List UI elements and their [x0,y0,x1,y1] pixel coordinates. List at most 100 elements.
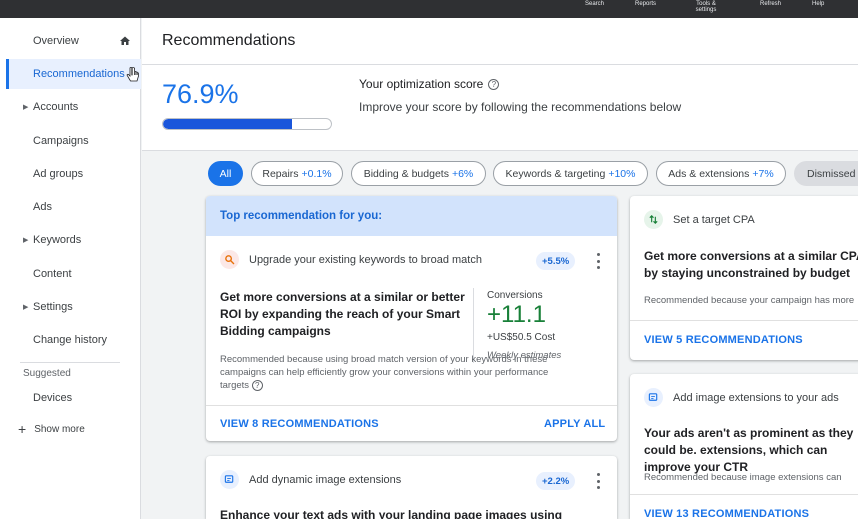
image-extensions-card: Add image extensions to your ads Your ad… [630,374,858,519]
chip-keywords-targeting[interactable]: Keywords & targeting +10% [493,161,648,186]
chip-dismissed[interactable]: Dismissed [794,161,858,186]
view-recommendations-link[interactable]: VIEW 13 RECOMMENDATIONS [644,508,809,519]
show-more-label: Show more [34,423,85,435]
sidebar-item-label: Devices [33,392,73,404]
caret-right-icon: ▶ [23,304,29,311]
optimization-score-title-text: Your optimization score [359,77,484,91]
sidebar-item-change-history[interactable]: Change history [6,325,141,355]
stat-label: Conversions [487,290,543,301]
page-header: Recommendations [142,18,858,65]
recommendation-headline: Get more conversions at a similar or bet… [220,290,465,338]
chip-label: Ads & extensions [668,167,750,180]
caret-right-icon: ▶ [23,104,29,111]
set-target-cpa-card: Set a target CPA Get more conversions at… [630,196,858,360]
recommendation-header: Set a target CPA [644,210,755,229]
optimization-score-subtitle: Improve your score by following the reco… [359,100,682,114]
sidebar-item-label: Keywords [33,234,82,246]
arrows-updown-icon [644,210,663,229]
sidebar-item-label: Campaigns [33,135,89,147]
recommendation-reason: Recommended because using broad match ve… [220,353,560,392]
sidebar-item-label: Overview [33,35,79,47]
sidebar-item-label: Accounts [33,101,79,113]
recommendation-title: Add dynamic image extensions [249,473,402,486]
chip-all[interactable]: All [208,161,243,186]
more-options-icon[interactable] [593,473,603,489]
chip-delta: +6% [451,167,474,180]
optimization-score-panel: 76.9% Your optimization score ? Improve … [142,65,858,151]
score-uplift-badge: +5.5% [536,252,576,270]
recommendation-header: Add image extensions to your ads [644,388,839,407]
topbar-reports[interactable]: Reports [635,1,656,7]
chip-label: All [219,167,232,180]
stat-cost: +US$50.5 Cost [487,332,556,343]
sidebar-item-settings[interactable]: ▶ Settings [6,292,141,322]
sidebar-item-recommendations[interactable]: Recommendations [6,59,141,89]
chip-delta: +7% [752,167,774,180]
chip-delta: +0.1% [301,167,332,180]
show-more-button[interactable]: + Show more [18,422,85,436]
score-uplift-badge: +2.2% [536,472,576,490]
top-toolbar: Search Reports Tools & settings Refresh … [0,0,858,18]
chip-bidding-budgets[interactable]: Bidding & budgets +6% [351,161,486,186]
app-frame: Overview Recommendations ▶ Accounts Camp… [6,18,858,519]
plus-icon: + [18,421,27,437]
view-recommendations-link[interactable]: VIEW 8 RECOMMENDATIONS [220,418,379,430]
sidebar-item-label: Recommendations [33,68,125,80]
chip-label: Dismissed [807,167,856,180]
sidebar-item-devices[interactable]: Devices [6,383,141,413]
chip-label: Keywords & targeting [505,167,606,180]
sidebar-item-label: Content [33,268,72,280]
optimization-score-value: 76.9% [162,79,239,109]
sidebar: Overview Recommendations ▶ Accounts Camp… [6,18,141,519]
recommendation-header: Upgrade your existing keywords to broad … [220,250,482,269]
sidebar-item-accounts[interactable]: ▶ Accounts [6,92,141,122]
top-recommendation-banner: Top recommendation for you: [206,196,617,236]
image-extension-icon [220,470,239,489]
more-options-icon[interactable] [593,253,603,269]
hand-cursor-icon [126,67,139,82]
recommendation-reason: Recommended because your campaign has mo… [644,295,855,306]
top-recommendation-card: Top recommendation for you: Upgrade your… [206,196,617,441]
help-icon[interactable]: ? [488,78,500,90]
card-divider [630,320,858,321]
recommendation-reason: Recommended because image extensions can [644,472,842,483]
recommendation-title: Set a target CPA [673,213,755,226]
view-recommendations-link[interactable]: VIEW 5 RECOMMENDATIONS [644,334,803,346]
topbar-search[interactable]: Search [585,1,604,7]
sidebar-item-content[interactable]: Content [6,259,141,289]
optimization-score-bar [162,118,332,130]
help-icon[interactable]: ? [251,379,263,391]
recommendation-headline: Get more conversions at a similar CPA by… [644,249,858,280]
search-icon [220,250,239,269]
sidebar-divider [20,362,120,363]
chip-repairs[interactable]: Repairs +0.1% [251,161,343,186]
topbar-help[interactable]: Help [812,1,824,7]
sidebar-item-label: Change history [33,334,107,346]
topbar-tools-settings[interactable]: Tools & settings [688,1,724,13]
recommendation-reason-text: Recommended because using broad match ve… [220,354,549,391]
recommendation-header: Add dynamic image extensions [220,470,401,489]
sidebar-item-keywords[interactable]: ▶ Keywords [6,225,141,255]
apply-all-button[interactable]: APPLY ALL [544,418,605,430]
recommendation-headline: Your ads aren't as prominent as they cou… [644,426,854,474]
suggested-label: Suggested [23,368,71,379]
recommendation-headline: Enhance your text ads with your landing … [220,508,563,519]
recommendation-title: Upgrade your existing keywords to broad … [249,253,482,266]
topbar-refresh[interactable]: Refresh [760,1,781,7]
sidebar-item-ads[interactable]: Ads [6,192,141,222]
chip-delta: +10% [608,167,636,180]
card-divider [206,405,617,406]
chip-label: Repairs [262,167,299,180]
caret-right-icon: ▶ [23,237,29,244]
sidebar-item-campaigns[interactable]: Campaigns [6,126,141,156]
stat-divider [473,288,474,363]
stat-value: +11.1 [487,301,546,328]
optimization-score-title: Your optimization score ? [359,77,500,91]
sidebar-item-ad-groups[interactable]: Ad groups [6,159,141,189]
sidebar-item-overview[interactable]: Overview [6,26,141,56]
sidebar-item-label: Ad groups [33,168,84,180]
card-divider [630,494,858,495]
sidebar-item-label: Settings [33,301,73,313]
chip-ads-extensions[interactable]: Ads & extensions +7% [656,161,786,186]
image-extension-icon [644,388,663,407]
